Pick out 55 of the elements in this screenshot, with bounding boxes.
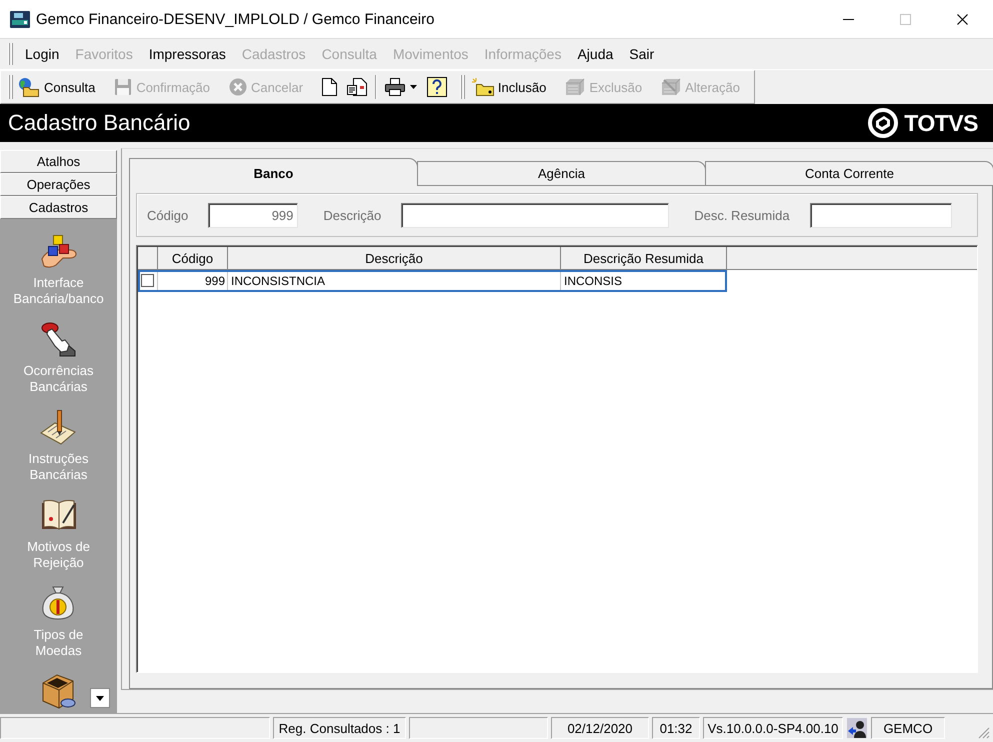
globe-folder-icon bbox=[18, 77, 40, 97]
folder-sparkle-icon bbox=[472, 78, 494, 96]
field-label: Código bbox=[147, 208, 188, 222]
status-panel: Reg. Consultados : 1 bbox=[273, 717, 406, 739]
crate-icon bbox=[565, 78, 586, 96]
checkbox[interactable] bbox=[141, 274, 154, 287]
cancel-icon bbox=[229, 78, 248, 96]
close-icon[interactable] bbox=[957, 14, 968, 24]
toolbar-button[interactable]: Inclusão bbox=[466, 74, 560, 100]
status-panel: GEMCO bbox=[871, 717, 945, 739]
tab[interactable]: Banco bbox=[129, 158, 418, 186]
scroll-down-icon[interactable] bbox=[90, 688, 110, 708]
section-button[interactable]: Cadastros bbox=[0, 196, 117, 219]
logo-text: TOTVS bbox=[904, 110, 978, 136]
printer-icon[interactable] bbox=[384, 78, 405, 96]
table-cell: INCONSIS bbox=[561, 270, 727, 292]
box-icon[interactable] bbox=[40, 673, 76, 709]
document-icon[interactable] bbox=[322, 78, 338, 96]
input-field[interactable] bbox=[401, 202, 670, 228]
grip-icon[interactable] bbox=[8, 43, 13, 65]
resize-grip-icon[interactable] bbox=[978, 727, 990, 739]
help-icon[interactable] bbox=[426, 77, 447, 97]
ring-logo-icon bbox=[868, 108, 898, 138]
window-title: Gemco Financeiro-DESENV_IMPLOLD / Gemco Financeiro bbox=[36, 10, 434, 28]
column-header[interactable]: Código bbox=[158, 247, 228, 269]
column-header[interactable]: Descrição Resumida bbox=[561, 247, 727, 269]
app-icon bbox=[10, 9, 30, 29]
hand-blocks-icon bbox=[40, 233, 76, 269]
section-button[interactable]: Operações bbox=[0, 173, 117, 196]
input-field[interactable] bbox=[810, 202, 952, 228]
field-label: Desc. Resumida bbox=[694, 208, 790, 222]
column-header[interactable]: Descrição bbox=[228, 247, 561, 269]
status-panel: 02/12/2020 bbox=[551, 717, 649, 739]
menu-item[interactable]: Login bbox=[17, 46, 68, 62]
status-panel: Vs.10.0.0.0-SP4.00.10 bbox=[703, 717, 843, 739]
section-button[interactable]: Atalhos bbox=[0, 150, 117, 173]
status-panel: 01:32 bbox=[652, 717, 700, 739]
money-bag-icon bbox=[40, 585, 76, 621]
page-title: Cadastro Bancário bbox=[8, 110, 190, 136]
table-cell: INCONSISTNCIA bbox=[228, 270, 561, 292]
documents-icon[interactable] bbox=[347, 78, 368, 96]
toolbar-button[interactable]: Consulta bbox=[13, 74, 110, 100]
table-cell: 999 bbox=[158, 270, 228, 292]
notepad-pencil-icon bbox=[40, 409, 76, 445]
grip-icon[interactable] bbox=[8, 75, 13, 99]
menu-item[interactable]: Sair bbox=[621, 46, 662, 62]
field-label: Descrição bbox=[323, 208, 382, 222]
minimize-icon[interactable] bbox=[843, 18, 854, 20]
hand-button-icon bbox=[40, 321, 76, 357]
crate-pencil-icon bbox=[661, 78, 682, 96]
grip-icon[interactable] bbox=[460, 75, 465, 99]
table-row[interactable]: 999 INCONSISTNCIA INCONSIS bbox=[138, 270, 727, 292]
menu-item[interactable]: Ajuda bbox=[569, 46, 622, 62]
menu-item[interactable]: Impressoras bbox=[140, 46, 234, 62]
caret-icon[interactable] bbox=[410, 85, 417, 89]
